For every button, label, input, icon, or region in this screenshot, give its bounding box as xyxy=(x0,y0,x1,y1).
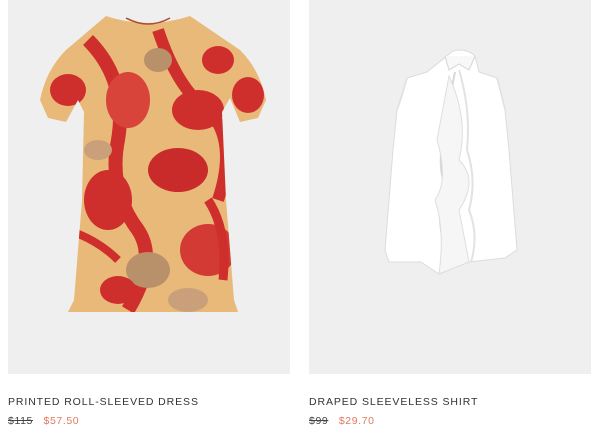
product-prices: $115 $57.50 xyxy=(8,415,290,427)
product-name[interactable]: PRINTED ROLL-SLEEVED DRESS xyxy=(8,396,290,408)
product-card-dress[interactable]: PRINTED ROLL-SLEEVED DRESS $115 $57.50 xyxy=(8,0,290,427)
product-card-shirt[interactable]: DRAPED SLEEVELESS SHIRT $99 $29.70 xyxy=(309,0,591,427)
product-image-dress[interactable] xyxy=(8,0,290,374)
sale-price: $57.50 xyxy=(43,415,80,427)
product-grid: PRINTED ROLL-SLEEVED DRESS $115 $57.50 D… xyxy=(0,0,595,428)
sale-price: $29.70 xyxy=(338,415,375,427)
original-price: $115 xyxy=(8,415,33,427)
product-prices: $99 $29.70 xyxy=(309,415,591,427)
product-name[interactable]: DRAPED SLEEVELESS SHIRT xyxy=(309,396,591,408)
product-image-shirt[interactable] xyxy=(309,0,591,374)
original-price: $99 xyxy=(309,415,329,427)
